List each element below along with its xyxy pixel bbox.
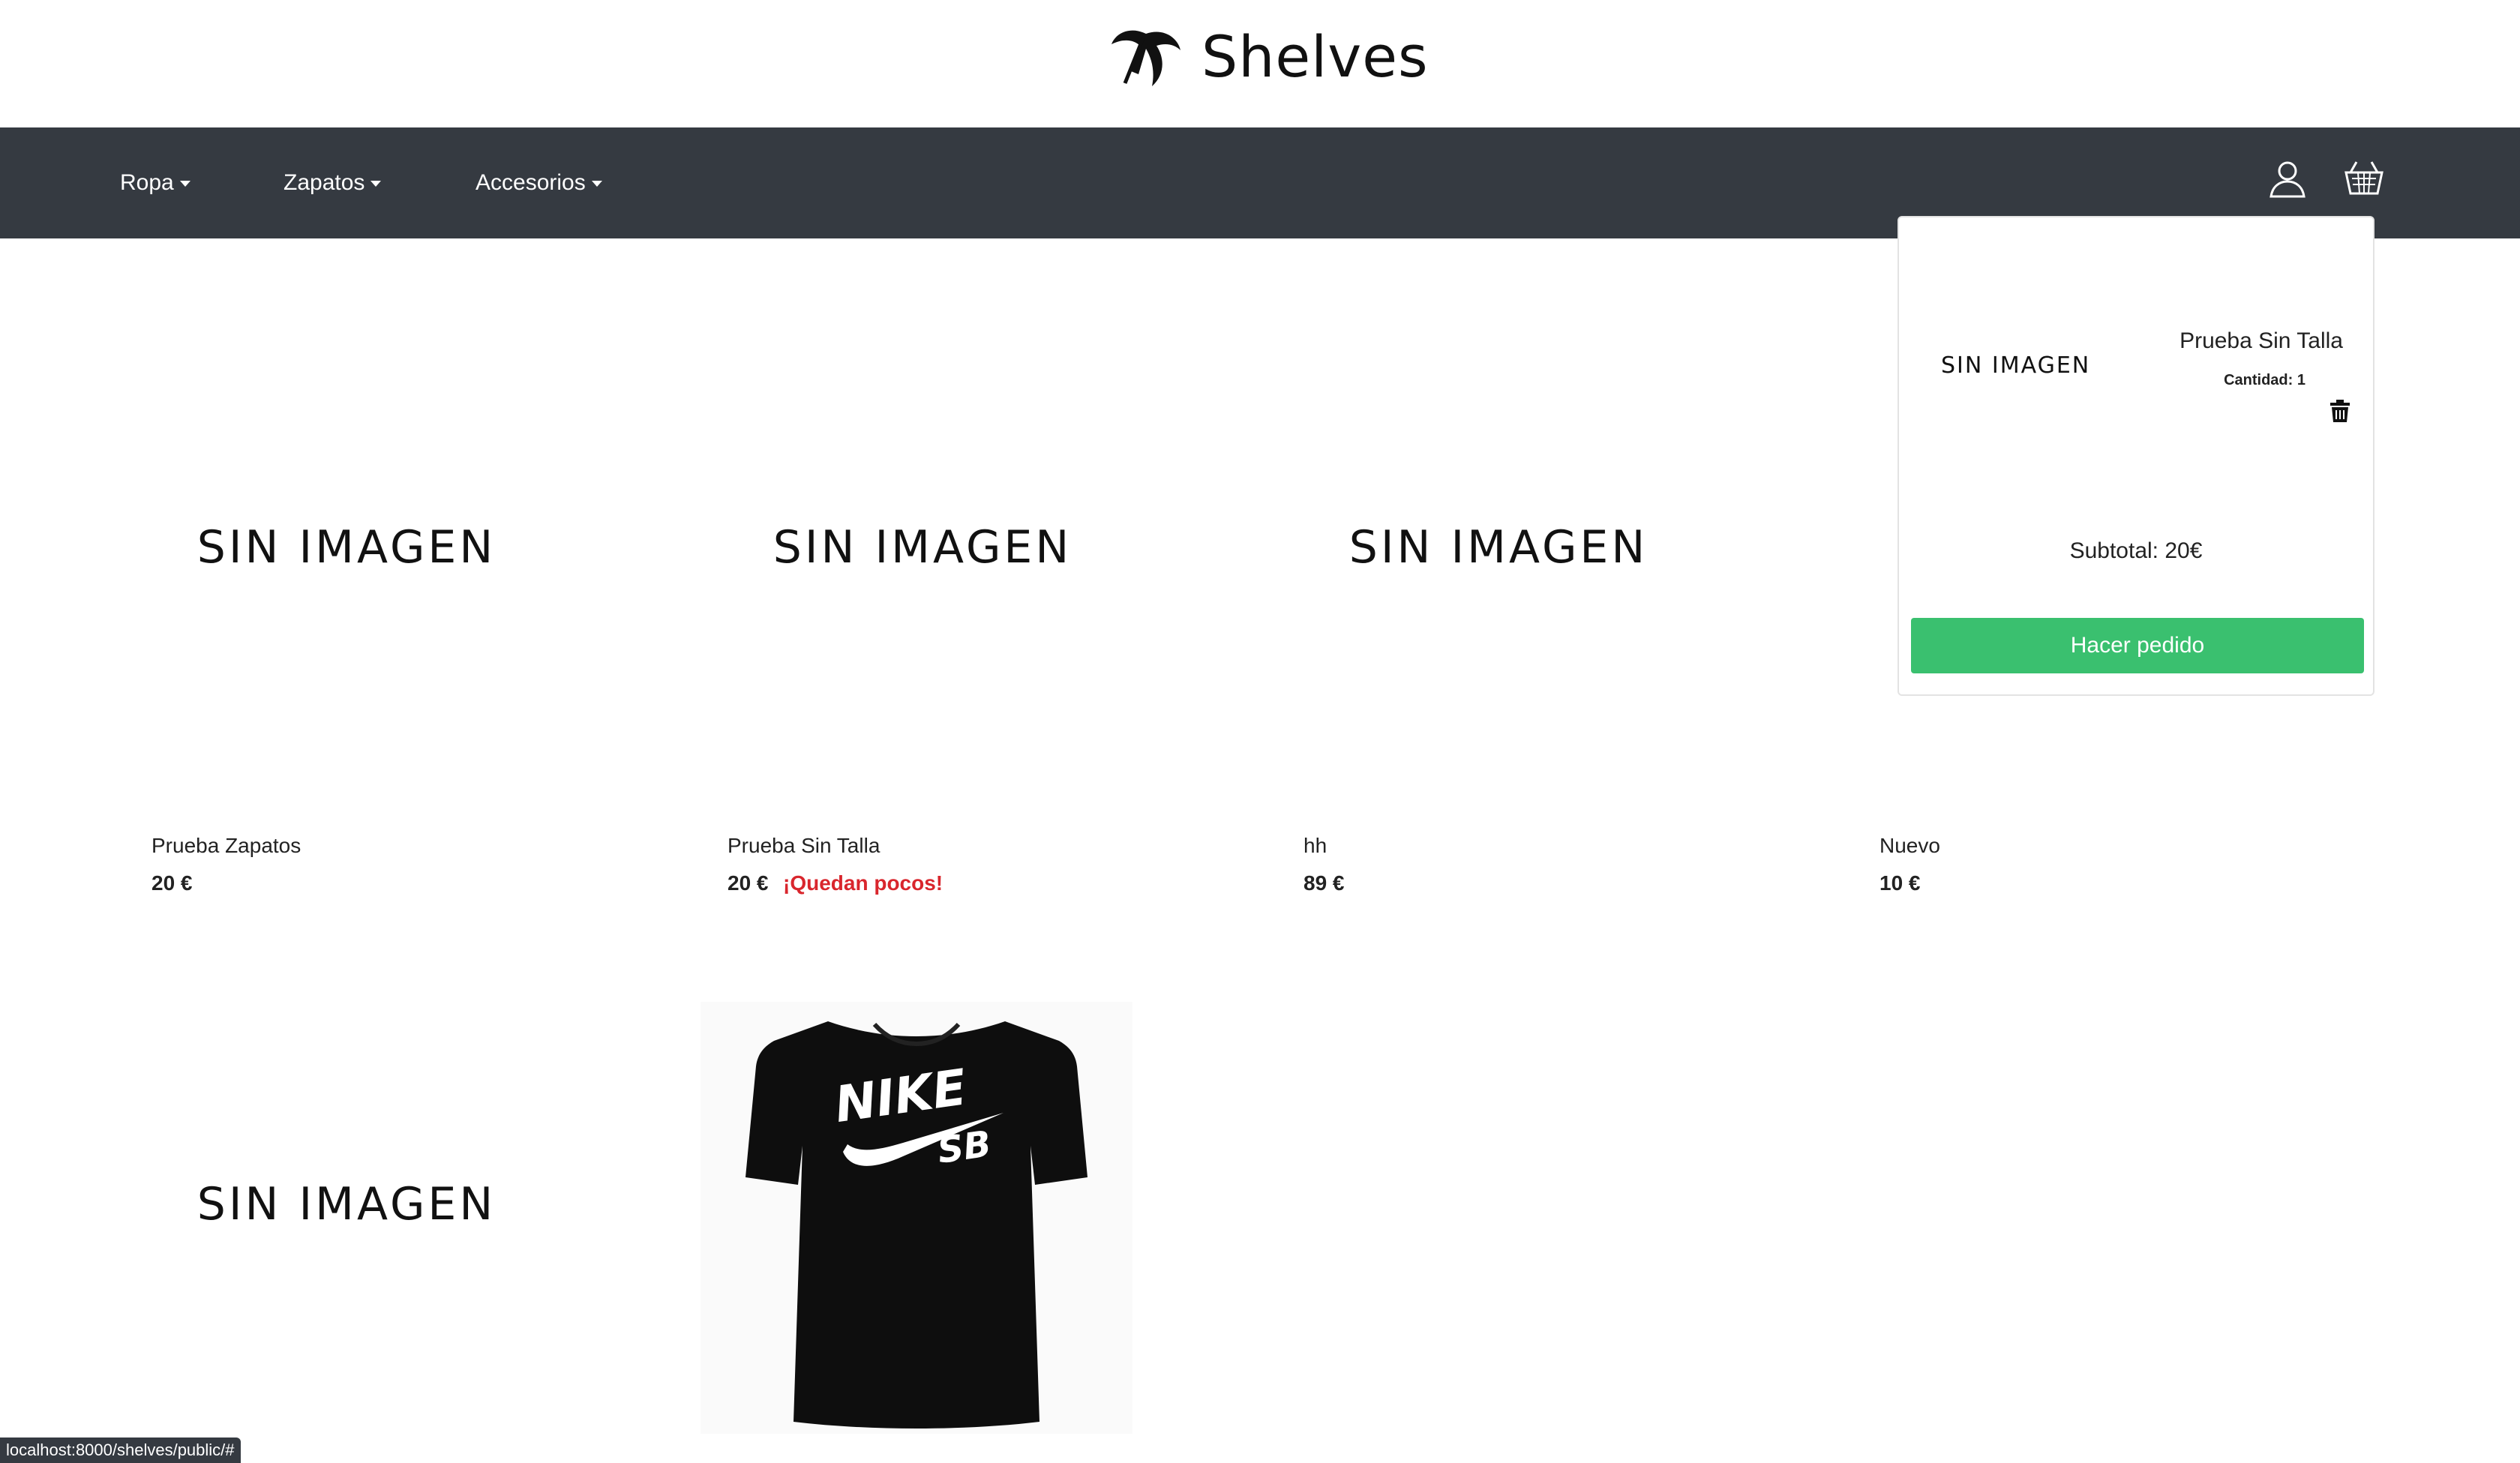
product-name[interactable]: Prueba Sin Talla — [728, 834, 880, 858]
checkout-button[interactable]: Hacer pedido — [1911, 618, 2364, 673]
brand-header: Shelves — [0, 0, 2520, 127]
cart-subtotal: Subtotal: 20€ — [2069, 538, 2203, 563]
product-price: 20 € — [152, 871, 193, 895]
cart-item-quantity: Cantidad: 1 — [2224, 372, 2306, 388]
nav-item-label: Accesorios — [476, 170, 586, 195]
trash-icon[interactable] — [2330, 399, 2350, 423]
product-price: 20 € — [728, 871, 769, 895]
user-account-icon[interactable] — [2266, 157, 2308, 199]
nav-item-label: Zapatos — [284, 170, 365, 195]
low-stock-badge: ¡Quedan pocos! — [783, 871, 944, 895]
caret-down-icon — [591, 181, 602, 187]
brand-logo-link[interactable]: Shelves — [1108, 15, 1429, 97]
product-name[interactable]: Prueba Zapatos — [152, 834, 301, 858]
cart-dropdown: SIN IMAGEN Prueba Sin Talla Cantidad: 1 … — [1898, 216, 2374, 696]
product-image-placeholder[interactable]: SIN IMAGEN — [728, 510, 1118, 585]
cart-item-image-placeholder: SIN IMAGEN — [1941, 352, 2091, 379]
brand-name: Shelves — [1202, 22, 1429, 90]
product-image-placeholder[interactable]: SIN IMAGEN — [152, 510, 542, 585]
product-image-placeholder[interactable]: SIN IMAGEN — [1304, 510, 1694, 585]
product-image-placeholder[interactable]: SIN IMAGEN — [152, 1167, 542, 1242]
shopping-basket-icon[interactable] — [2343, 157, 2385, 199]
browser-status-url: localhost:8000/shelves/public/# — [0, 1438, 241, 1463]
nav-item-label: Ropa — [120, 170, 174, 195]
palm-leaf-logo-icon — [1112, 30, 1180, 86]
cart-item-name[interactable]: Prueba Sin Talla — [2180, 328, 2343, 354]
nav-item-accesorios[interactable]: Accesorios — [476, 127, 602, 238]
nav-item-ropa[interactable]: Ropa — [120, 127, 190, 238]
product-name[interactable]: hh — [1304, 834, 1327, 858]
caret-down-icon — [179, 181, 190, 187]
tshirt-logo-subtext: SB — [935, 1123, 994, 1171]
product-price: 89 € — [1304, 871, 1345, 895]
nike-sb-tshirt-image[interactable]: NIKE SB — [700, 1002, 1132, 1434]
nav-item-zapatos[interactable]: Zapatos — [284, 127, 382, 238]
product-name[interactable]: Nuevo — [1880, 834, 1940, 858]
caret-down-icon — [370, 181, 382, 187]
product-price: 10 € — [1880, 871, 1921, 895]
